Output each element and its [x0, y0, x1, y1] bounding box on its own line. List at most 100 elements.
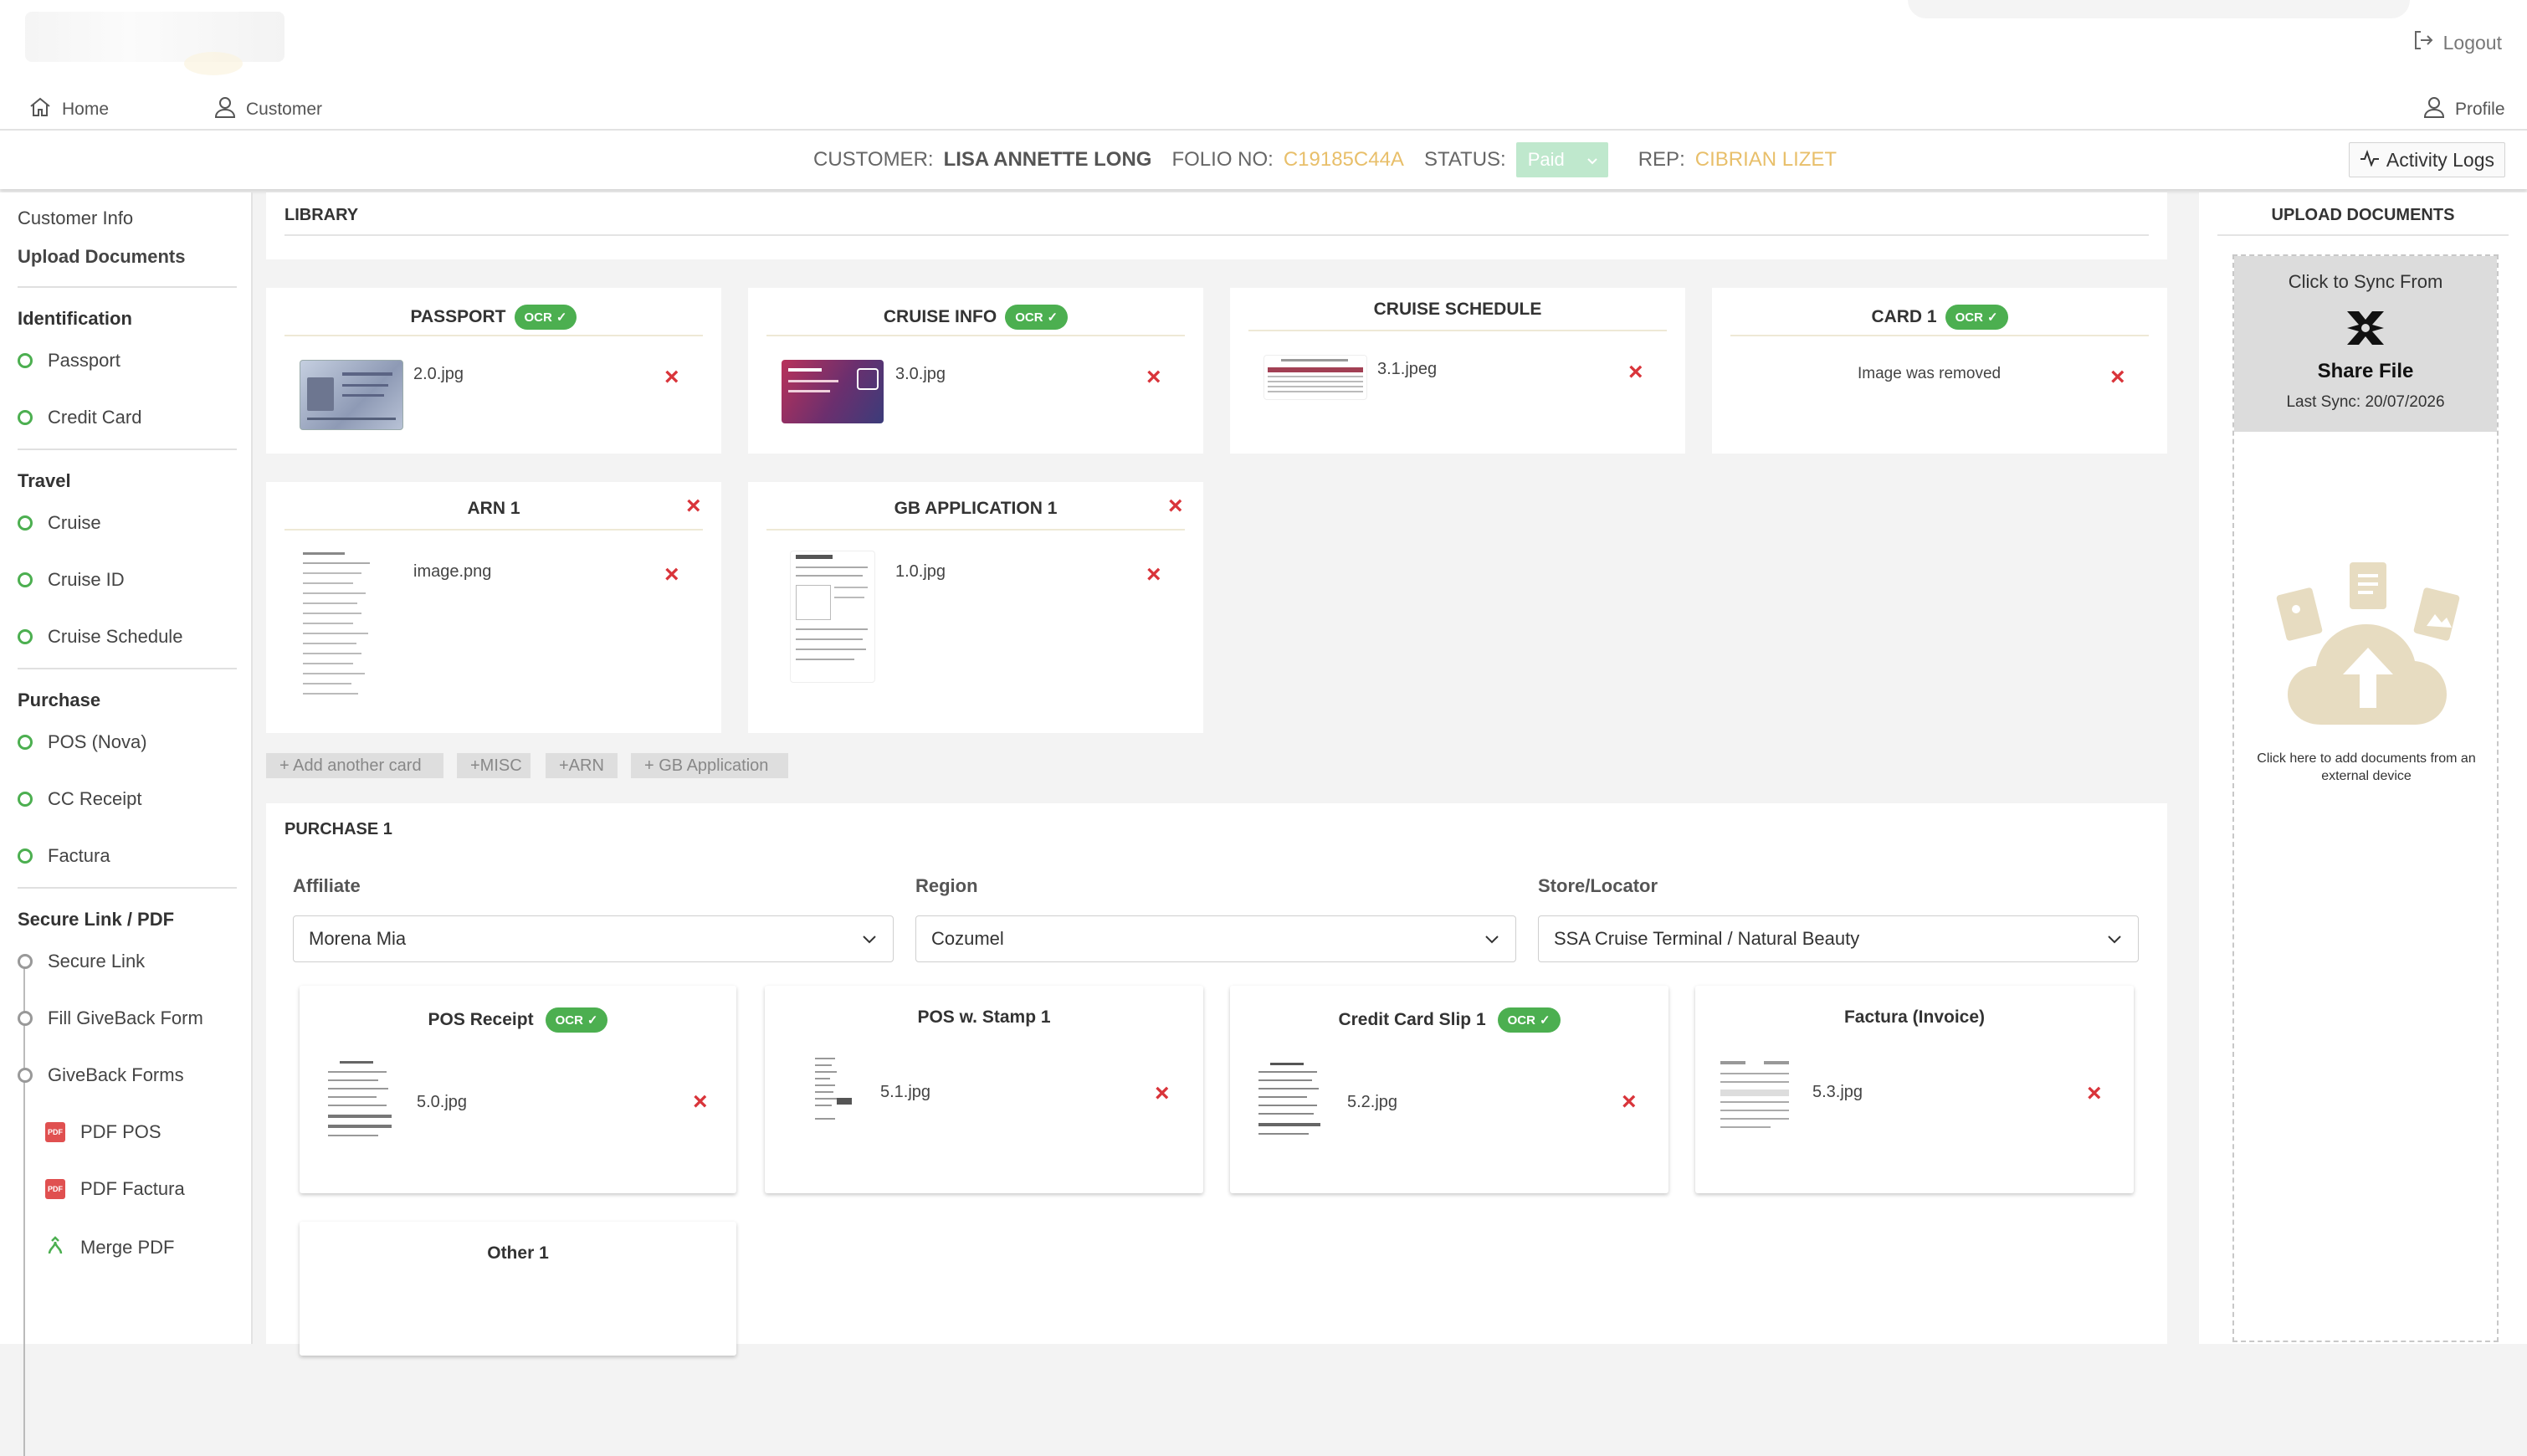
- sidebar-item-label: Cruise: [48, 512, 101, 533]
- ocr-badge: OCR ✓: [545, 1007, 608, 1033]
- credit-slip-thumbnail[interactable]: [1253, 1061, 1324, 1141]
- delete-icon[interactable]: ×: [1628, 360, 1643, 385]
- region-value: Cozumel: [931, 928, 1004, 949]
- doc-card-cruise-info: CRUISE INFO OCR ✓ 3.0.jpg ×: [748, 288, 1203, 454]
- ocr-badge: OCR ✓: [1005, 305, 1069, 330]
- delete-icon[interactable]: ×: [2087, 1081, 2102, 1106]
- card-title: CARD 1: [1871, 307, 1937, 326]
- sidebar-item-label: Credit Card: [48, 407, 142, 428]
- sidebar-heading-purchase: Purchase: [18, 690, 101, 710]
- delete-icon[interactable]: ×: [1146, 562, 1161, 587]
- sidebar-upload-documents[interactable]: Upload Documents: [18, 246, 185, 268]
- pos-stamp-thumbnail[interactable]: [812, 1054, 855, 1133]
- card-title-row: Credit Card Slip 1 OCR ✓: [1230, 1007, 1668, 1033]
- region-select[interactable]: Cozumel: [915, 915, 1516, 962]
- check-icon: ✓: [556, 310, 567, 325]
- status-value: Paid: [1527, 149, 1565, 170]
- sidebar-customer-info[interactable]: Customer Info: [18, 208, 133, 229]
- sidebar-item-cruise-id[interactable]: Cruise ID: [18, 569, 125, 591]
- sidebar-item-label: GiveBack Forms: [48, 1064, 184, 1085]
- pos-receipt-thumbnail[interactable]: [323, 1059, 393, 1143]
- file-name: 3.0.jpg: [895, 365, 946, 383]
- sidebar-item-cruise[interactable]: Cruise: [18, 512, 101, 534]
- card-title: PASSPORT: [410, 307, 506, 326]
- purchase-card-credit-card-slip: Credit Card Slip 1 OCR ✓ 5.2.jpg ×: [1230, 986, 1668, 1193]
- sidebar-item-merge-pdf[interactable]: Merge PDF: [45, 1235, 174, 1260]
- file-name: 2.0.jpg: [413, 365, 464, 383]
- card-title: CRUISE SCHEDULE: [1373, 300, 1542, 319]
- add-another-card-button[interactable]: + Add another card: [266, 753, 443, 778]
- status-ring-icon: [18, 1068, 33, 1083]
- card-title: ARN 1: [467, 499, 520, 518]
- add-misc-button[interactable]: +MISC: [457, 753, 531, 778]
- logo-glow: [184, 52, 243, 75]
- sidebar-item-cruise-schedule[interactable]: Cruise Schedule: [18, 626, 182, 648]
- card-title: Factura (Invoice): [1843, 1007, 1986, 1027]
- check-icon: ✓: [587, 1013, 598, 1028]
- file-name: 5.0.jpg: [417, 1093, 468, 1111]
- upload-dropzone[interactable]: Click to Sync From Share File Last Sync:…: [2232, 254, 2499, 1342]
- divider: [18, 887, 237, 889]
- schedule-thumbnail[interactable]: [1264, 355, 1367, 400]
- delete-icon[interactable]: ×: [664, 365, 679, 390]
- delete-icon[interactable]: ×: [1155, 1081, 1170, 1106]
- tree-line: [23, 962, 25, 1456]
- logout-button[interactable]: Logout: [2412, 28, 2502, 57]
- library-header: LIBRARY: [266, 192, 2167, 259]
- cruise-card-thumbnail[interactable]: [782, 360, 884, 423]
- sidebar-item-cc-receipt[interactable]: CC Receipt: [18, 788, 141, 810]
- delete-icon[interactable]: ×: [1622, 1089, 1637, 1115]
- nav-home[interactable]: Home: [28, 95, 109, 124]
- nav-profile[interactable]: Profile: [2423, 95, 2505, 124]
- activity-logs-button[interactable]: Activity Logs: [2348, 142, 2505, 177]
- share-file-sync-button[interactable]: Click to Sync From Share File Last Sync:…: [2234, 256, 2497, 432]
- factura-thumbnail[interactable]: [1717, 1058, 1792, 1133]
- sidebar-item-factura[interactable]: Factura: [18, 845, 110, 867]
- sidebar-item-pdf-pos[interactable]: PDF PDF POS: [45, 1121, 161, 1143]
- divider: [18, 286, 237, 288]
- sidebar-heading-travel: Travel: [18, 470, 71, 491]
- add-arn-button[interactable]: +ARN: [546, 753, 618, 778]
- sidebar-item-fill-giveback[interactable]: Fill GiveBack Form: [18, 1007, 203, 1029]
- sidebar-item-credit-card[interactable]: Credit Card: [18, 407, 141, 428]
- file-name: 5.1.jpg: [880, 1083, 931, 1101]
- status-ring-icon: [18, 572, 33, 587]
- sidebar-item-secure-link[interactable]: Secure Link: [18, 951, 145, 972]
- card-title: Credit Card Slip 1: [1338, 1010, 1486, 1029]
- nav-customer[interactable]: Customer: [214, 95, 322, 124]
- delete-icon[interactable]: ×: [664, 562, 679, 587]
- check-icon: ✓: [1047, 310, 1058, 325]
- delete-icon[interactable]: ×: [2110, 365, 2125, 390]
- sidebar-item-pdf-factura[interactable]: PDF PDF Factura: [45, 1178, 185, 1200]
- add-documents-hint: Click here to add documents from an exte…: [2257, 751, 2476, 783]
- sync-label: Click to Sync From: [2288, 271, 2443, 292]
- sidebar-item-passport[interactable]: Passport: [18, 350, 120, 372]
- file-name: 5.3.jpg: [1812, 1083, 1863, 1101]
- divider: [18, 668, 237, 669]
- sidebar: Customer Info Upload Documents Identific…: [0, 192, 253, 1456]
- delete-icon[interactable]: ×: [1146, 365, 1161, 390]
- sidebar-item-pos-nova[interactable]: POS (Nova): [18, 731, 147, 753]
- ocr-badge: OCR ✓: [514, 305, 577, 330]
- add-gb-application-button[interactable]: + GB Application: [631, 753, 788, 778]
- chevron-down-icon: [1586, 149, 1598, 171]
- home-icon: [28, 95, 52, 124]
- image-removed-text: Image was removed: [1858, 365, 2002, 382]
- pdf-icon: PDF: [45, 1179, 65, 1199]
- remove-card-icon[interactable]: ×: [686, 494, 701, 519]
- pdf-icon: PDF: [45, 1122, 65, 1142]
- status-ring-icon: [18, 515, 33, 531]
- arn-thumbnail[interactable]: [300, 551, 383, 711]
- sidebar-item-label: Passport: [48, 350, 120, 371]
- sidebar-item-giveback-forms[interactable]: GiveBack Forms: [18, 1064, 184, 1086]
- status-ring-icon: [18, 353, 33, 368]
- gb-application-thumbnail[interactable]: [790, 551, 875, 683]
- doc-card-passport: PASSPORT OCR ✓ 2.0.jpg ×: [266, 288, 721, 454]
- store-select[interactable]: SSA Cruise Terminal / Natural Beauty: [1538, 915, 2139, 962]
- affiliate-select[interactable]: Morena Mia: [293, 915, 894, 962]
- status-select[interactable]: Paid: [1515, 142, 1608, 177]
- folio-value: C19185C44A: [1283, 148, 1404, 171]
- delete-icon[interactable]: ×: [693, 1089, 708, 1115]
- remove-card-icon[interactable]: ×: [1168, 494, 1183, 519]
- passport-thumbnail[interactable]: [300, 360, 403, 430]
